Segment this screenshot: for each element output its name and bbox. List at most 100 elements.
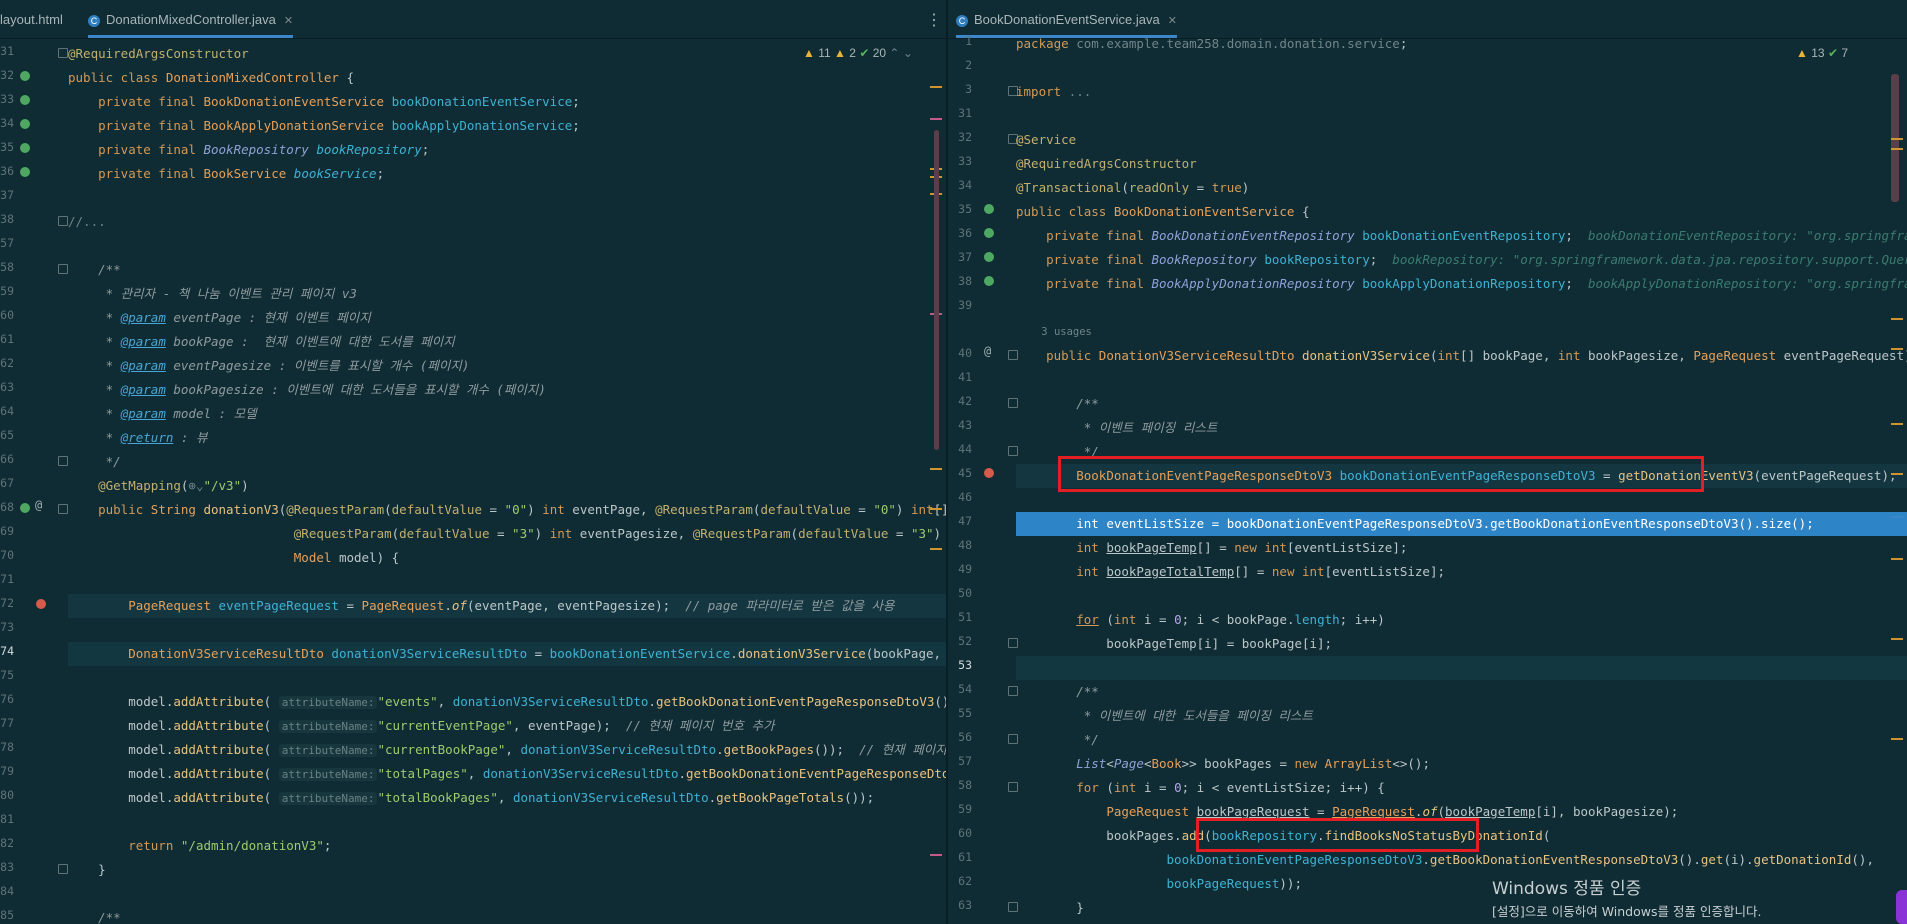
tab-donation-mixed-controller[interactable]: C DonationMixedController.java ✕ xyxy=(88,0,294,38)
line-number: 82 xyxy=(0,836,14,850)
warning-mark[interactable] xyxy=(930,86,942,88)
code-line: for (int i = 0; i < bookPage.length; i++… xyxy=(1076,612,1385,627)
spring-bean-icon[interactable] xyxy=(20,71,30,81)
left-code-area[interactable]: @RequiredArgsConstructor public class Do… xyxy=(68,38,946,924)
line-number: 2 xyxy=(965,58,972,72)
line-number: 64 xyxy=(0,404,14,418)
code-line: model.addAttribute( attributeName: "curre… xyxy=(68,742,946,757)
left-error-stripe[interactable] xyxy=(930,38,944,924)
warning-mark[interactable] xyxy=(1891,738,1903,740)
selection-mark[interactable] xyxy=(1891,516,1903,518)
spring-bean-icon[interactable] xyxy=(20,503,30,513)
code-line: model.addAttribute( attributeName: "event… xyxy=(68,694,946,709)
java-class-icon: C xyxy=(88,14,100,27)
line-number: 34 xyxy=(958,178,972,192)
line-number: 79 xyxy=(0,764,14,778)
right-tab-bar: C BookDonationEventService.java ✕ xyxy=(948,0,1907,39)
line-number: 52 xyxy=(958,634,972,648)
code-line: bookPageRequest)); xyxy=(1166,876,1302,891)
line-number: 68 xyxy=(0,500,14,514)
spring-bean-icon[interactable] xyxy=(984,252,994,262)
close-icon[interactable]: ✕ xyxy=(284,15,293,27)
line-number: 1 xyxy=(965,34,972,48)
warning-mark[interactable] xyxy=(930,468,942,470)
right-error-stripe[interactable] xyxy=(1891,38,1905,924)
line-number: 56 xyxy=(958,730,972,744)
line-number: 60 xyxy=(958,826,972,840)
line-number: 77 xyxy=(0,716,14,730)
warning-mark[interactable] xyxy=(1891,473,1903,475)
fold-icon[interactable] xyxy=(58,504,68,514)
spring-bean-icon[interactable] xyxy=(20,167,30,177)
warning-mark[interactable] xyxy=(1891,148,1903,150)
line-number: 76 xyxy=(0,692,14,706)
breakpoint-icon[interactable] xyxy=(36,599,46,609)
fold-icon[interactable] xyxy=(58,48,68,58)
line-number: 43 xyxy=(958,418,972,432)
spring-bean-icon[interactable] xyxy=(984,204,994,214)
spring-bean-icon[interactable] xyxy=(20,95,30,105)
scrollbar-thumb[interactable] xyxy=(934,130,939,450)
breakpoint-icon[interactable] xyxy=(984,468,994,478)
code-line: Model model) { xyxy=(293,550,400,565)
line-number: 32 xyxy=(958,130,972,144)
spring-bean-icon[interactable] xyxy=(20,143,30,153)
warning-mark[interactable] xyxy=(1891,638,1903,640)
line-number: 74 xyxy=(0,644,14,658)
line-number: 42 xyxy=(958,394,972,408)
annotation-usage-icon[interactable]: @ xyxy=(35,498,42,512)
code-line: public DonationV3ServiceResultDto donati… xyxy=(1016,348,1907,363)
warning-mark[interactable] xyxy=(1891,423,1903,425)
code-line: private final BookApplyDonationRepositor… xyxy=(1016,276,1907,291)
line-number: 50 xyxy=(958,586,972,600)
fold-icon[interactable] xyxy=(58,864,68,874)
code-line: private final BookService bookService; xyxy=(68,166,385,181)
tab-book-donation-event-service[interactable]: C BookDonationEventService.java ✕ xyxy=(956,0,1177,38)
close-icon[interactable]: ✕ xyxy=(1168,15,1177,27)
warning-mark[interactable] xyxy=(1891,348,1903,350)
warning-mark[interactable] xyxy=(1891,318,1903,320)
tab-label: layout.html xyxy=(0,12,63,27)
floating-assistant-button[interactable] xyxy=(1896,890,1907,924)
fold-icon[interactable] xyxy=(58,264,68,274)
line-number: 47 xyxy=(958,514,972,528)
more-options-icon[interactable]: ⋮ xyxy=(926,10,942,30)
line-number: 55 xyxy=(958,706,972,720)
line-number: 57 xyxy=(0,236,14,250)
annotation-usage-icon[interactable]: @ xyxy=(984,344,991,358)
code-line: */ xyxy=(1016,732,1099,747)
tab-label: BookDonationEventService.java xyxy=(974,12,1160,27)
spring-bean-icon[interactable] xyxy=(984,276,994,286)
line-number: 78 xyxy=(0,740,14,754)
code-line: } xyxy=(1016,900,1084,915)
line-number: 67 xyxy=(0,476,14,490)
code-line: @RequiredArgsConstructor xyxy=(1016,156,1197,171)
code-line: int bookPageTemp[] = new int[eventListSi… xyxy=(1076,540,1408,555)
warning-mark[interactable] xyxy=(930,548,942,550)
line-number: 53 xyxy=(958,658,972,672)
warning-mark[interactable] xyxy=(930,508,942,510)
code-line: private final BookApplyDonationService b… xyxy=(68,118,580,133)
line-number: 39 xyxy=(958,298,972,312)
line-number: 63 xyxy=(0,380,14,394)
error-mark[interactable] xyxy=(930,854,942,856)
code-line: /** xyxy=(1016,396,1099,411)
warning-mark[interactable] xyxy=(1891,558,1903,560)
code-line: @Service xyxy=(1016,132,1077,147)
line-number: 75 xyxy=(0,668,14,682)
warning-mark[interactable] xyxy=(1891,138,1903,140)
code-line: * @return : 뷰 xyxy=(68,430,208,445)
tab-layout-html[interactable]: layout.html xyxy=(0,0,63,38)
line-number: 58 xyxy=(0,260,14,274)
spring-bean-icon[interactable] xyxy=(20,119,30,129)
spring-bean-icon[interactable] xyxy=(984,228,994,238)
error-mark[interactable] xyxy=(930,118,942,120)
line-number: 57 xyxy=(958,754,972,768)
line-number: 65 xyxy=(0,428,14,442)
fold-icon[interactable] xyxy=(58,456,68,466)
code-line: model.addAttribute( attributeName: "curre… xyxy=(68,718,775,733)
code-line: @RequiredArgsConstructor xyxy=(68,46,249,61)
code-line: /** xyxy=(68,910,121,924)
code-line: int bookPageTotalTemp[] = new int[eventL… xyxy=(1076,564,1446,579)
fold-icon[interactable] xyxy=(58,216,68,226)
